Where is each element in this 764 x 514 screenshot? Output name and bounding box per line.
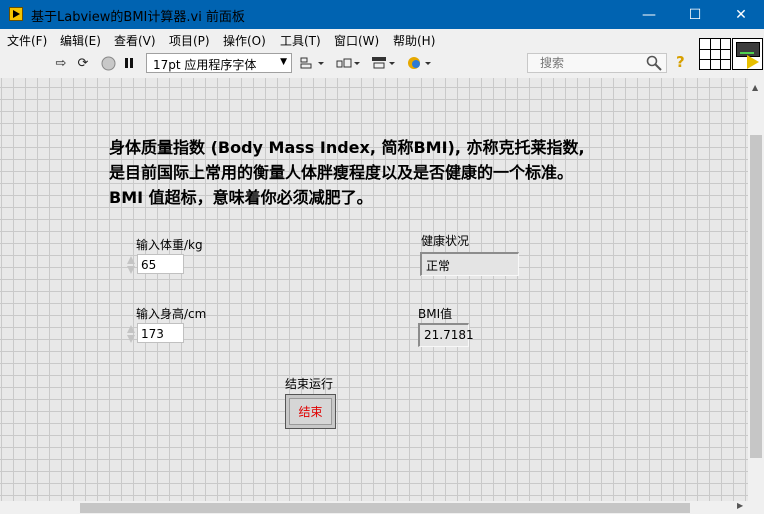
align-icon[interactable] <box>300 55 324 71</box>
run-arrow-icon[interactable]: ⇨ <box>53 55 69 71</box>
distribute-icon[interactable] <box>336 55 360 71</box>
horizontal-scroll-thumb[interactable] <box>80 503 690 513</box>
close-button[interactable]: ✕ <box>718 0 764 29</box>
height-label: 输入身高/cm <box>136 307 207 321</box>
minimize-button[interactable]: — <box>626 0 672 29</box>
bmi-indicator: 21.7181 <box>418 323 474 347</box>
bmi-label: BMI值 <box>418 307 453 321</box>
vi-icon[interactable] <box>732 38 763 70</box>
scroll-right-icon[interactable]: ▶ <box>737 501 743 510</box>
abort-icon[interactable] <box>100 55 116 71</box>
maximize-button[interactable]: ☐ <box>672 0 718 29</box>
connector-pane[interactable] <box>699 38 731 70</box>
height-control: 173 <box>126 323 186 345</box>
window-title: 基于Labview的BMI计算器.vi 前面板 <box>31 10 245 25</box>
weight-label: 输入体重/kg <box>136 238 203 252</box>
help-icon[interactable]: ? <box>676 53 692 71</box>
description-line-1: 身体质量指数 (Body Mass Index, 简称BMI), 亦称克托莱指数… <box>109 138 585 157</box>
stop-label: 结束运行 <box>285 377 334 391</box>
chevron-down-icon: ▼ <box>280 57 287 67</box>
menu-operate[interactable]: 操作(O) <box>223 32 266 49</box>
search-box[interactable] <box>527 53 667 73</box>
labview-app-icon <box>9 7 23 21</box>
menu-project[interactable]: 项目(P) <box>169 32 210 49</box>
font-select[interactable]: 17pt 应用程序字体 ▼ <box>146 53 292 73</box>
weight-input[interactable]: 65 <box>137 254 184 274</box>
vertical-scroll-thumb[interactable] <box>750 135 762 458</box>
description-line-3: BMI 值超标，意味着你必须减肥了。 <box>109 188 373 207</box>
health-indicator: 正常 <box>420 252 519 276</box>
menu-help[interactable]: 帮助(H) <box>393 32 435 49</box>
resize-icon[interactable] <box>371 55 395 71</box>
menu-view[interactable]: 查看(V) <box>114 32 156 49</box>
height-stepper[interactable] <box>126 323 136 345</box>
description-line-2: 是目前国际上常用的衡量人体胖瘦程度以及是否健康的一个标准。 <box>109 163 574 182</box>
stop-button[interactable]: 结束 <box>285 394 336 429</box>
font-select-value: 17pt 应用程序字体 <box>153 58 257 72</box>
menu-file[interactable]: 文件(F) <box>7 32 47 49</box>
menu-edit[interactable]: 编辑(E) <box>60 32 101 49</box>
health-label: 健康状况 <box>421 234 470 248</box>
weight-control: 65 <box>126 254 186 276</box>
scroll-up-icon[interactable]: ▲ <box>752 83 758 92</box>
run-continuously-icon[interactable]: ⟳ <box>75 55 91 71</box>
run-arrow-icon <box>747 55 759 69</box>
height-input[interactable]: 173 <box>137 323 184 343</box>
search-input[interactable] <box>540 55 645 71</box>
weight-stepper[interactable] <box>126 254 136 276</box>
pause-icon[interactable] <box>121 55 137 71</box>
reorder-icon[interactable] <box>407 55 431 71</box>
menu-window[interactable]: 窗口(W) <box>334 32 379 49</box>
search-icon[interactable] <box>646 55 662 75</box>
menu-tools[interactable]: 工具(T) <box>280 32 321 49</box>
scroll-corner <box>748 501 764 514</box>
stop-button-text: 结束 <box>289 398 332 425</box>
